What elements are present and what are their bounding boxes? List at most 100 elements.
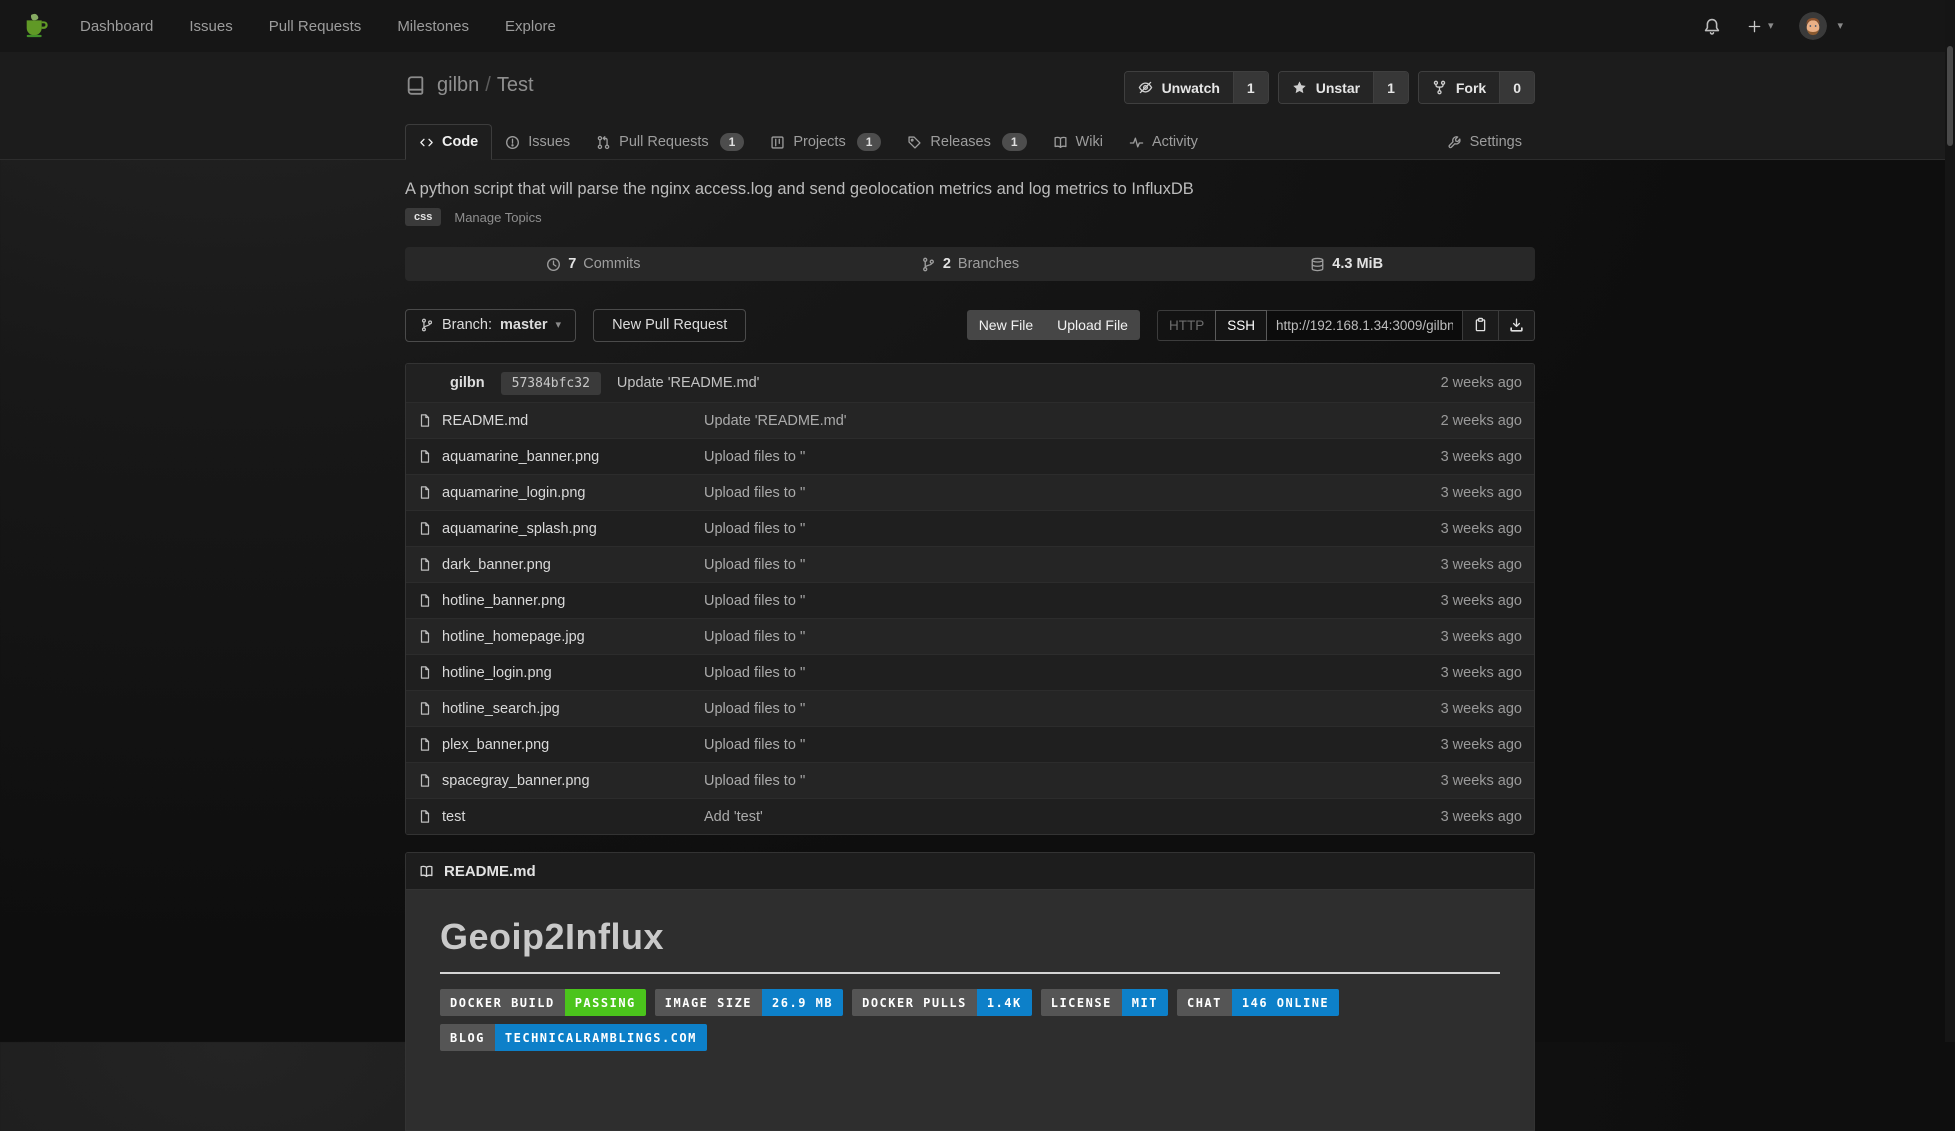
file-name-cell: README.md (418, 413, 704, 429)
file-link[interactable]: hotline_homepage.jpg (442, 629, 585, 645)
tab-issues-label: Issues (528, 134, 570, 150)
tab-code[interactable]: Code (405, 124, 492, 160)
file-row: hotline_banner.png Upload files to ''3 we… (406, 582, 1534, 618)
unwatch-button[interactable]: Unwatch (1125, 72, 1233, 103)
nav-item-explore[interactable]: Explore (505, 18, 556, 35)
file-icon (418, 773, 432, 788)
file-row: aquamarine_banner.pngUpload files to ''3… (406, 438, 1534, 474)
file-commit-message[interactable]: Upload files to '' (704, 701, 1441, 717)
unstar-count[interactable]: 1 (1373, 72, 1408, 103)
manage-topics-link[interactable]: Manage Topics (454, 210, 541, 225)
file-commit-message[interactable]: Upload files to '' (704, 629, 1441, 645)
tab-projects[interactable]: Projects1 (757, 124, 894, 160)
nav-item-dashboard[interactable]: Dashboard (80, 18, 153, 35)
file-link[interactable]: aquamarine_login.png (442, 485, 586, 501)
file-link[interactable]: hotline_login.png (442, 665, 552, 681)
chevron-down-icon (556, 320, 562, 331)
tab-activity[interactable]: Activity (1116, 124, 1211, 160)
commit-hash-link[interactable]: 57384bfc32 (501, 372, 601, 395)
file-name-cell: dark_banner.png (418, 557, 704, 573)
tab-issues[interactable]: Issues (492, 124, 583, 160)
clone-url-input[interactable] (1267, 310, 1463, 341)
file-commit-message[interactable]: Upload files to '' (704, 521, 1441, 537)
commit-author-avatar[interactable] (418, 372, 440, 394)
badge-image-size[interactable]: IMAGE SIZE26.9 MB (655, 989, 843, 1016)
file-commit-time: 3 weeks ago (1441, 593, 1522, 609)
file-row: hotline_homepage.jpgUpload files to ''3 … (406, 618, 1534, 654)
badge-label: BLOG (440, 1024, 495, 1051)
topics-row: css Manage Topics (405, 208, 1535, 226)
tab-settings-label: Settings (1470, 134, 1522, 150)
file-icon (418, 449, 432, 464)
file-row: hotline_login.pngUpload files to ''3 wee… (406, 654, 1534, 690)
unwatch-count[interactable]: 1 (1233, 72, 1268, 103)
database-icon (1310, 257, 1325, 272)
file-commit-message[interactable]: Upload files to '' (704, 557, 1441, 573)
file-name-cell: aquamarine_banner.png (418, 449, 704, 465)
file-link[interactable]: dark_banner.png (442, 557, 551, 573)
tab-releases-count: 1 (1002, 133, 1027, 151)
stat-branches[interactable]: 2Branches (782, 247, 1159, 281)
unwatch-label: Unwatch (1162, 80, 1220, 96)
stat-size[interactable]: 4.3 MiB (1158, 247, 1535, 281)
fork-button-group: Fork0 (1418, 71, 1535, 104)
readme-section: README.md Geoip2Influx DOCKER BUILDPASSI… (405, 852, 1535, 1131)
copy-url-button[interactable] (1463, 310, 1499, 341)
unstar-button[interactable]: Unstar (1279, 72, 1373, 103)
file-link[interactable]: plex_banner.png (442, 737, 549, 753)
commit-message-link[interactable]: Update 'README.md' (617, 375, 760, 391)
ssh-toggle-button[interactable]: SSH (1215, 310, 1267, 341)
commit-author-link[interactable]: gilbn (450, 375, 485, 391)
badge-docker-pulls[interactable]: DOCKER PULLS1.4K (852, 989, 1032, 1016)
file-commit-message[interactable]: Upload files to '' (704, 737, 1441, 753)
file-commit-message[interactable]: Upload files to '' (704, 665, 1441, 681)
file-commit-message[interactable]: Upload files to '' (704, 449, 1441, 465)
file-icon (418, 701, 432, 716)
topic-tag-css[interactable]: css (405, 208, 441, 226)
readme-title: Geoip2Influx (440, 916, 1500, 974)
badge-blog[interactable]: BLOGTECHNICALRAMBLINGS.COM (440, 1024, 707, 1051)
fork-button[interactable]: Fork (1419, 72, 1499, 103)
file-icon (418, 809, 432, 824)
gitea-logo[interactable] (22, 11, 52, 41)
file-link[interactable]: hotline_search.jpg (442, 701, 560, 717)
scrollbar-thumb[interactable] (1947, 46, 1953, 146)
fork-count[interactable]: 0 (1499, 72, 1534, 103)
file-link[interactable]: README.md (442, 413, 528, 429)
file-commit-message[interactable]: Update 'README.md' (704, 413, 1441, 429)
tab-releases[interactable]: Releases1 (894, 124, 1039, 160)
tab-settings[interactable]: Settings (1434, 124, 1535, 160)
new-dropdown-button[interactable] (1747, 19, 1774, 34)
new-pull-request-button[interactable]: New Pull Request (593, 309, 746, 342)
branch-selector[interactable]: Branch: master (405, 309, 576, 342)
repo-tabs: Code Issues Pull Requests1Projects1Release… (405, 124, 1535, 160)
badge-docker-build[interactable]: DOCKER BUILDPASSING (440, 989, 646, 1016)
file-commit-message[interactable]: Upload files to '' (704, 593, 1441, 609)
badge-license[interactable]: LICENSEMIT (1041, 989, 1168, 1016)
file-link[interactable]: aquamarine_splash.png (442, 521, 597, 537)
upload-file-button[interactable]: Upload File (1045, 310, 1140, 340)
stat-commits[interactable]: 7Commits (405, 247, 782, 281)
badge-chat[interactable]: CHAT146 ONLINE (1177, 989, 1339, 1016)
file-commit-message[interactable]: Upload files to '' (704, 773, 1441, 789)
pull-request-icon (596, 135, 611, 150)
file-name-cell: hotline_search.jpg (418, 701, 704, 717)
file-link[interactable]: aquamarine_banner.png (442, 449, 599, 465)
bell-icon[interactable] (1703, 17, 1721, 36)
http-toggle-button[interactable]: HTTP (1157, 310, 1215, 341)
file-link[interactable]: test (442, 809, 465, 825)
file-link[interactable]: hotline_banner.png (442, 593, 565, 609)
new-file-button[interactable]: New File (967, 310, 1045, 340)
file-row: README.mdUpdate 'README.md'2 weeks ago (406, 402, 1534, 438)
tab-pull-requests[interactable]: Pull Requests1 (583, 124, 757, 160)
download-button[interactable] (1499, 310, 1535, 341)
user-menu-button[interactable] (1799, 12, 1843, 40)
tab-wiki[interactable]: Wiki (1040, 124, 1116, 160)
nav-item-issues[interactable]: Issues (189, 18, 232, 35)
nav-item-pull-requests[interactable]: Pull Requests (269, 18, 362, 35)
file-commit-message[interactable]: Add 'test' (704, 809, 1441, 825)
file-link[interactable]: spacegray_banner.png (442, 773, 590, 789)
repo-header: gilbn/Test Unwatch1Unstar1Fork0 CodeIssu… (0, 52, 1955, 160)
nav-item-milestones[interactable]: Milestones (397, 18, 469, 35)
file-commit-message[interactable]: Upload files to '' (704, 485, 1441, 501)
